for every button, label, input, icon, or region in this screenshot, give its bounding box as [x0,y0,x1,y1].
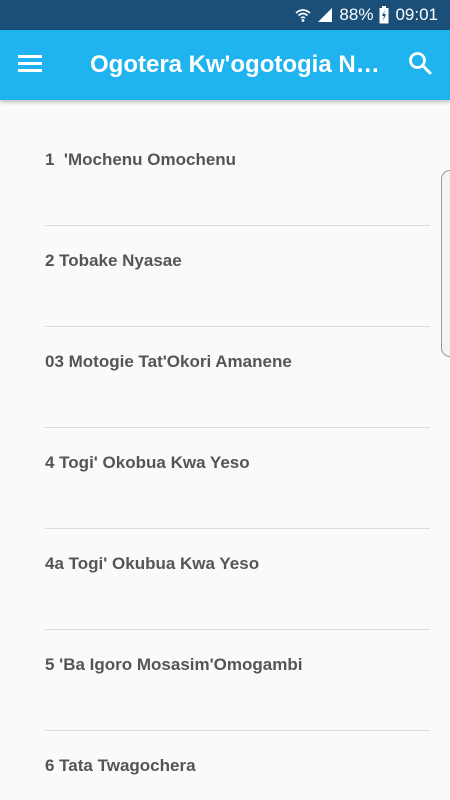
hymn-list: 1 'Mochenu Omochenu 2 Tobake Nyasae 03 M… [0,100,450,800]
list-item-label: 5 'Ba Igoro Mosasim'Omogambi [45,655,303,674]
clock: 09:01 [395,5,438,24]
list-item-label: 1 'Mochenu Omochenu [45,150,237,169]
list-item[interactable]: 4 Togi' Okobua Kwa Yeso [45,428,430,529]
battery-icon [379,6,389,24]
list-item-label: 2 Tobake Nyasae [45,251,182,270]
scroll-handle[interactable] [441,170,450,357]
search-button[interactable] [390,30,450,100]
signal-icon [317,7,333,23]
battery-percentage: 88% [339,5,374,24]
app-bar: Ogotera Kw'ogotogia Ny… [0,30,450,100]
list-item[interactable]: 2 Tobake Nyasae [45,226,430,327]
list-item[interactable]: 4a Togi' Okubua Kwa Yeso [45,529,430,630]
list-item-label: 6 Tata Twagochera [45,756,196,775]
list-item-label: 03 Motogie Tat'Okori Amanene [45,352,292,371]
list-item[interactable]: 6 Tata Twagochera [45,731,430,800]
wifi-icon [295,7,311,23]
menu-icon [17,53,43,78]
list-item[interactable]: 5 'Ba Igoro Mosasim'Omogambi [45,630,430,731]
search-icon [408,51,432,80]
list-item-label: 4a Togi' Okubua Kwa Yeso [45,554,260,573]
menu-button[interactable] [0,30,60,100]
status-bar: 88% 09:01 [0,0,450,30]
page-title: Ogotera Kw'ogotogia Ny… [90,51,390,78]
list-item[interactable]: 03 Motogie Tat'Okori Amanene [45,327,430,428]
list-item-label: 4 Togi' Okobua Kwa Yeso [45,453,250,472]
list-item[interactable]: 1 'Mochenu Omochenu [45,100,430,226]
